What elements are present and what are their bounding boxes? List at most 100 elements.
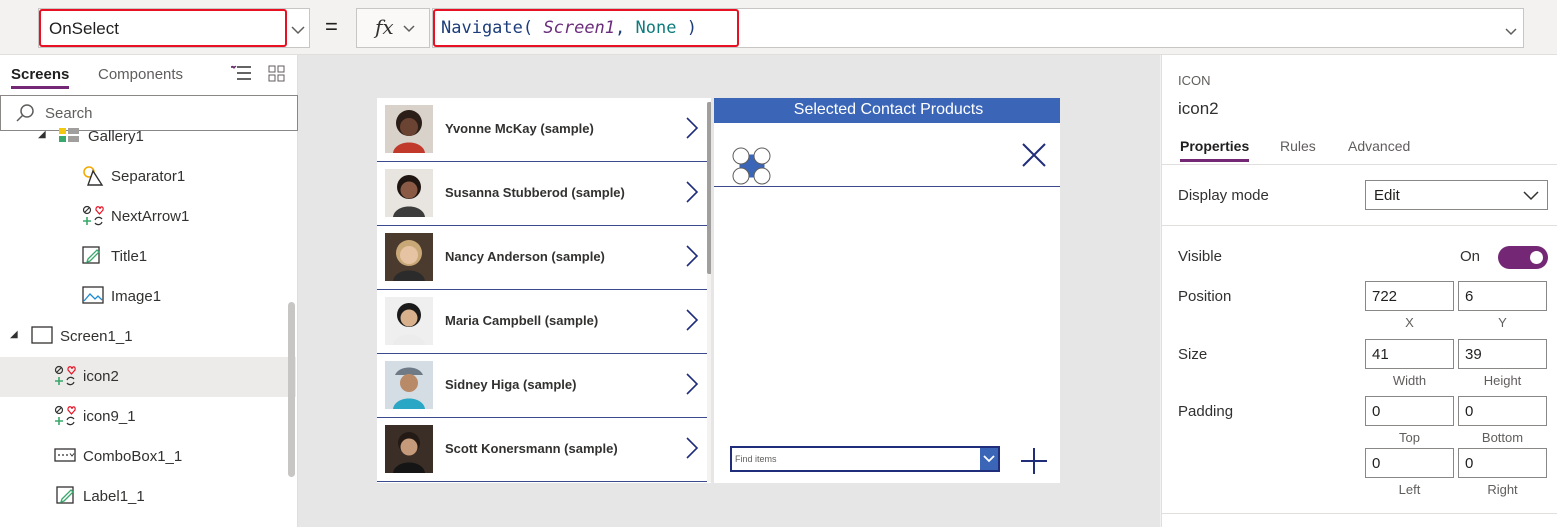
design-canvas: Yvonne McKay (sample) Susanna Stubberod … (298, 55, 1160, 527)
find-items-combobox[interactable]: Find items (730, 446, 1000, 472)
formula-arg: Screen1 (543, 18, 616, 38)
tree-tabs: Screens Components (0, 55, 298, 95)
property-value: OnSelect (49, 19, 119, 38)
formula-text: Navigate( Screen1, None ) (441, 18, 697, 38)
contact-photo (385, 425, 433, 473)
thumbnail-view-icon[interactable] (268, 65, 286, 88)
chevron-down-icon (403, 21, 415, 39)
tree-item-label: Title1 (111, 248, 148, 265)
tab-advanced[interactable]: Advanced (1348, 138, 1410, 154)
display-mode-value: Edit (1374, 187, 1400, 204)
gallery-row[interactable]: Susanna Stubberod (sample) (377, 162, 707, 226)
tree-item-label: Label1_1 (83, 488, 145, 505)
detail-title: Selected Contact Products (793, 101, 984, 118)
next-arrow-icon[interactable] (685, 372, 699, 401)
expand-formula-icon[interactable] (1505, 23, 1517, 41)
padding-top-input[interactable]: 0 (1365, 396, 1454, 426)
padding-bottom-input[interactable]: 0 (1458, 396, 1547, 426)
tree-item-icon2[interactable]: icon2 (0, 357, 296, 397)
size-width-value: 41 (1372, 346, 1389, 363)
gallery-row[interactable]: Sidney Higa (sample) (377, 354, 707, 418)
padding-left-input[interactable]: 0 (1365, 448, 1454, 478)
next-arrow-icon[interactable] (685, 116, 699, 145)
icons-icon (54, 365, 76, 392)
properties-pane: ICON icon2 Properties Rules Advanced Dis… (1161, 55, 1557, 527)
combobox-placeholder: Find items (735, 454, 777, 464)
position-label: Position (1178, 288, 1232, 305)
tree-item-nextarrow1[interactable]: NextArrow1 (0, 197, 296, 237)
collapse-caret-icon[interactable]: ◢ (38, 129, 46, 140)
contact-photo (385, 297, 433, 345)
display-mode-dropdown[interactable]: Edit (1365, 180, 1548, 210)
tree-item-gallery1[interactable]: ◢ Gallery1 (0, 117, 296, 157)
collapse-caret-icon[interactable]: ◢ (10, 329, 18, 340)
combobox-icon (54, 445, 76, 470)
width-caption: Width (1392, 373, 1427, 388)
tree-item-screen1-1[interactable]: ◢ Screen1_1 (0, 317, 296, 357)
formula-input[interactable]: Navigate( Screen1, None ) (432, 8, 1524, 48)
tree-item-label: Separator1 (111, 168, 186, 185)
next-arrow-icon[interactable] (685, 308, 699, 337)
tree-item-label1-1[interactable]: Label1_1 (0, 477, 296, 517)
size-height-input[interactable]: 39 (1458, 339, 1547, 369)
tree-view-icon[interactable] (231, 65, 251, 88)
position-x-input[interactable]: 722 (1365, 281, 1454, 311)
position-y-input[interactable]: 6 (1458, 281, 1547, 311)
left-caption: Left (1398, 482, 1421, 497)
size-width-input[interactable]: 41 (1365, 339, 1454, 369)
combobox-dropdown-button[interactable] (980, 448, 998, 470)
tab-properties[interactable]: Properties (1180, 138, 1250, 162)
visible-toggle[interactable] (1498, 246, 1548, 269)
size-label: Size (1178, 346, 1208, 363)
control-name[interactable]: icon2 (1178, 99, 1219, 119)
height-caption: Height (1483, 373, 1522, 388)
contact-photo (385, 361, 433, 409)
contact-photo (385, 169, 433, 217)
top-caption: Top (1399, 430, 1420, 445)
tree-item-label: ComboBox1_1 (83, 448, 183, 465)
equals-sign: = (325, 14, 338, 39)
gallery-row[interactable]: Scott Konersmann (sample) (377, 418, 707, 482)
tree-item-combobox1-1[interactable]: ComboBox1_1 (0, 437, 296, 477)
tab-components[interactable]: Components (98, 66, 183, 83)
tab-screens[interactable]: Screens (11, 66, 70, 89)
bottom-caption: Bottom (1481, 430, 1524, 445)
icons-icon (82, 205, 104, 232)
divider (1162, 164, 1557, 165)
tree-item-image1[interactable]: Image1 (0, 277, 296, 317)
fx-button[interactable]: fx (356, 8, 430, 48)
next-arrow-icon[interactable] (685, 436, 699, 465)
property-dropdown[interactable]: OnSelect (38, 8, 310, 48)
chevron-down-icon[interactable] (291, 22, 305, 40)
formula-separator: , (615, 18, 626, 38)
tree-item-separator1[interactable]: Separator1 (0, 157, 296, 197)
gallery-row[interactable]: Yvonne McKay (sample) (377, 98, 707, 162)
gallery-row[interactable]: Nancy Anderson (sample) (377, 226, 707, 290)
next-arrow-icon[interactable] (685, 180, 699, 209)
formula-bar: OnSelect = fx Navigate( Screen1, None ) (0, 0, 1557, 55)
next-arrow-icon[interactable] (685, 244, 699, 273)
divider (1162, 513, 1557, 514)
tree-scrollbar[interactable] (288, 302, 295, 477)
tree-item-icon9-1[interactable]: icon9_1 (0, 397, 296, 437)
selection-handles[interactable] (732, 147, 774, 192)
gallery-scrollbar[interactable] (707, 102, 711, 482)
contact-photo (385, 105, 433, 153)
position-y-value: 6 (1465, 288, 1474, 305)
contact-photo (385, 233, 433, 281)
screen-icon (31, 325, 53, 350)
gallery-scroll-thumb[interactable] (707, 102, 711, 274)
tree-item-title1[interactable]: Title1 (0, 237, 296, 277)
formula-arg: None (635, 18, 677, 38)
position-x-value: 722 (1372, 288, 1398, 305)
close-icon[interactable] (1021, 142, 1047, 173)
padding-right-input[interactable]: 0 (1458, 448, 1547, 478)
control-type: ICON (1178, 73, 1211, 88)
gallery-row[interactable]: Maria Campbell (sample) (377, 290, 707, 354)
tree-view-pane: Screens Components Search ◢ Gallery1 Sep… (0, 55, 298, 527)
tab-rules[interactable]: Rules (1280, 138, 1316, 154)
add-icon[interactable] (1019, 446, 1049, 481)
contacts-gallery[interactable]: Yvonne McKay (sample) Susanna Stubberod … (377, 98, 711, 483)
edit-label-icon (56, 485, 76, 510)
tree-item-label: icon2 (83, 368, 119, 385)
